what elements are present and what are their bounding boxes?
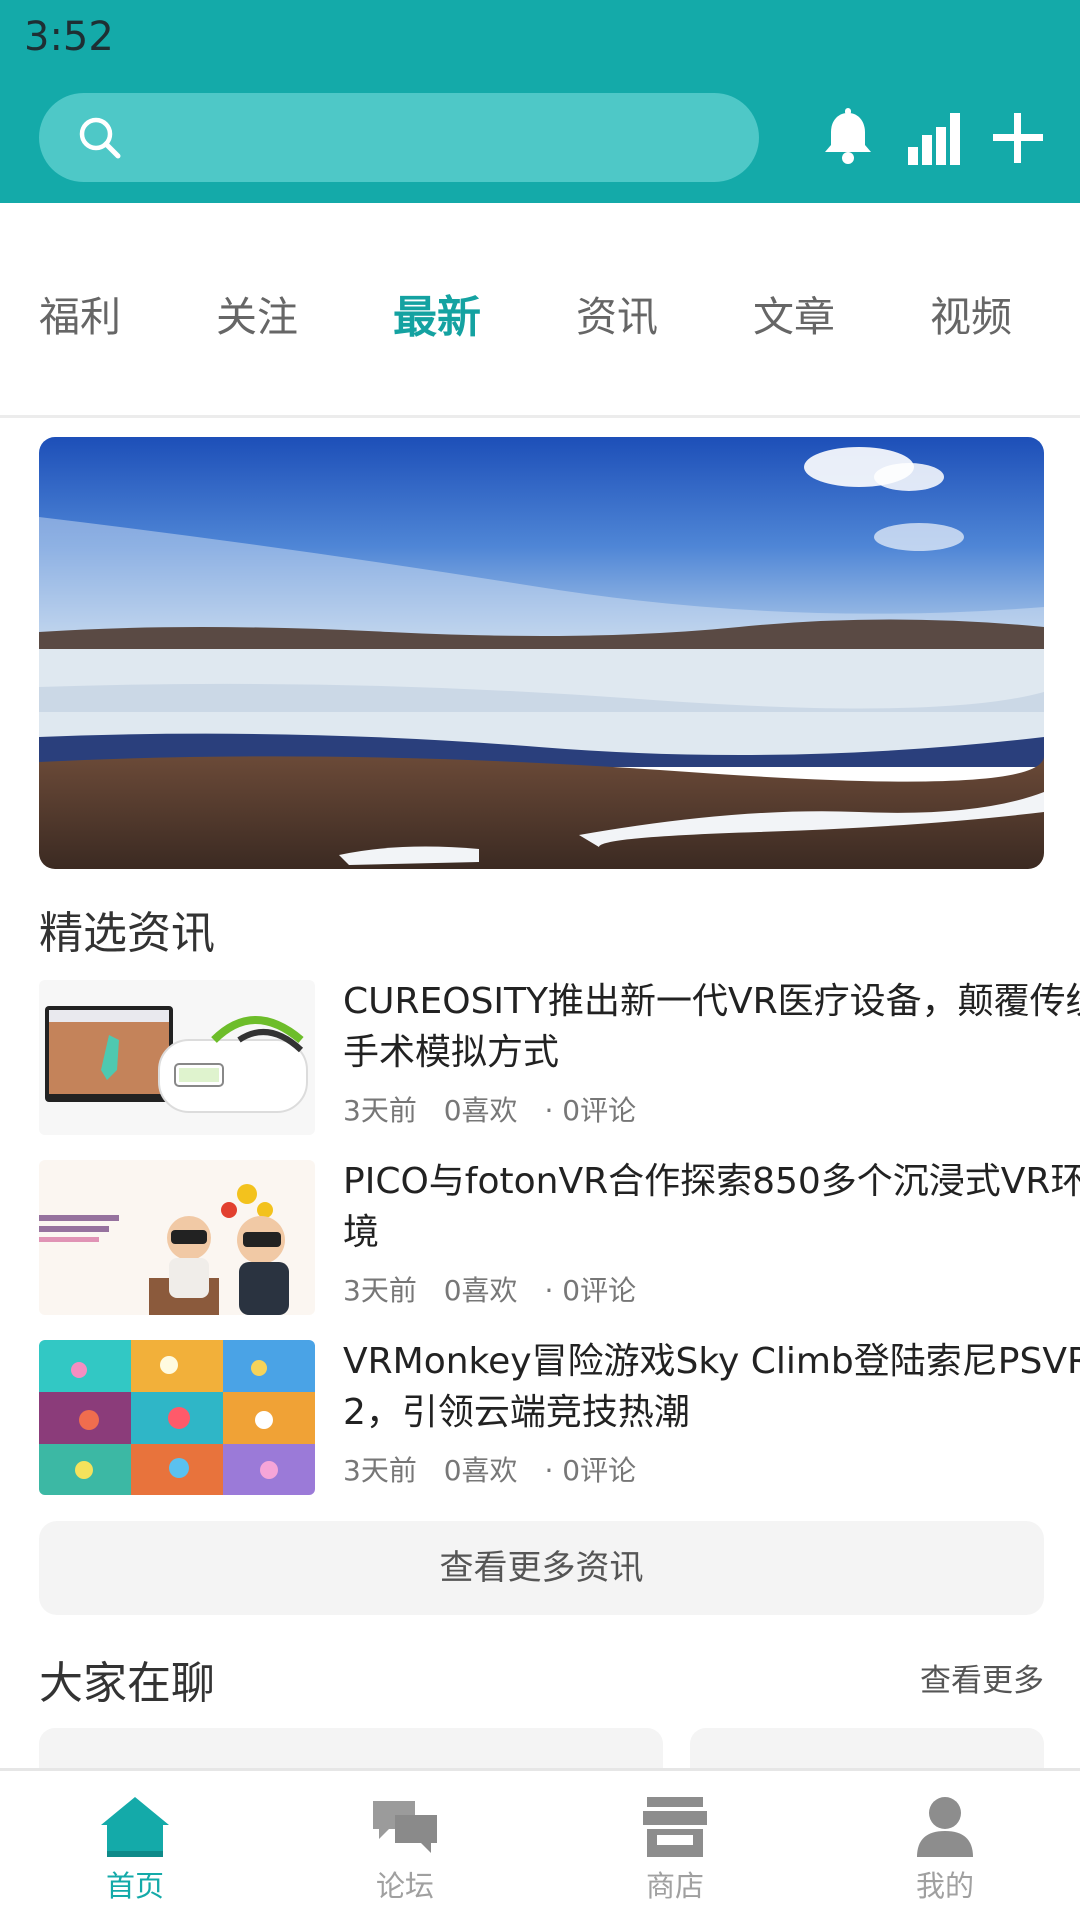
- store-icon: [643, 1797, 707, 1857]
- news-item[interactable]: PICO与fotonVR合作探索850多个沉浸式VR环境 3天前 0喜欢 · 0…: [39, 1160, 1080, 1315]
- discussion-card[interactable]: [690, 1728, 1044, 1768]
- news-comments: · 0评论: [544, 1274, 637, 1307]
- news-likes: 0喜欢: [443, 1094, 518, 1127]
- banner-image[interactable]: [39, 437, 1044, 869]
- search-icon: [79, 117, 121, 159]
- home-icon: [101, 1797, 169, 1857]
- tab-videos[interactable]: 视频: [930, 283, 1012, 343]
- news-thumbnail: [39, 980, 315, 1135]
- view-more-news-button[interactable]: 查看更多资讯: [39, 1521, 1044, 1615]
- see-more-link[interactable]: 查看更多: [920, 1655, 1044, 1700]
- tab-articles[interactable]: 文章: [753, 283, 835, 343]
- news-title: VRMonkey冒险游戏Sky Climb登陆索尼PSVR 2，引领云端竞技热潮: [343, 1341, 1080, 1433]
- news-title: CUREOSITY推出新一代VR医疗设备，颠覆传统手术模拟方式: [343, 981, 1080, 1073]
- news-meta: 3天前 0喜欢 · 0评论: [343, 1269, 654, 1309]
- stats-icon[interactable]: [900, 105, 966, 171]
- news-likes: 0喜欢: [443, 1274, 518, 1307]
- news-time: 3天前: [343, 1274, 417, 1307]
- category-tabs: 福利 关注 最新 资讯 文章 视频: [0, 203, 1080, 418]
- nav-home[interactable]: 首页: [55, 1795, 215, 1905]
- news-meta: 3天前 0喜欢 · 0评论: [343, 1449, 654, 1489]
- news-meta: 3天前 0喜欢 · 0评论: [343, 1089, 654, 1129]
- tab-news[interactable]: 资讯: [576, 283, 658, 343]
- nav-store[interactable]: 商店: [595, 1795, 755, 1905]
- status-time: 3:52: [24, 14, 114, 60]
- news-item[interactable]: CUREOSITY推出新一代VR医疗设备，颠覆传统手术模拟方式 3天前 0喜欢 …: [39, 980, 1080, 1135]
- news-time: 3天前: [343, 1094, 417, 1127]
- news-thumbnail: [39, 1160, 315, 1315]
- section-title-discussions: 大家在聊: [39, 1658, 215, 1709]
- news-comments: · 0评论: [544, 1454, 637, 1487]
- section-title-featured-news: 精选资讯: [39, 908, 215, 959]
- plus-icon[interactable]: [985, 105, 1051, 171]
- profile-icon: [917, 1797, 973, 1857]
- forum-icon: [373, 1801, 437, 1853]
- bottom-nav: 首页 论坛 商店 我的: [0, 1768, 1080, 1920]
- nav-label: 论坛: [375, 1869, 434, 1903]
- nav-profile[interactable]: 我的: [865, 1795, 1025, 1905]
- news-likes: 0喜欢: [443, 1454, 518, 1487]
- tab-latest[interactable]: 最新: [393, 281, 481, 345]
- app-header: 3:52: [0, 0, 1080, 203]
- bell-icon[interactable]: [815, 105, 881, 171]
- news-thumbnail: [39, 1340, 315, 1495]
- news-comments: · 0评论: [544, 1094, 637, 1127]
- discussion-card[interactable]: [39, 1728, 663, 1768]
- news-item[interactable]: VRMonkey冒险游戏Sky Climb登陆索尼PSVR 2，引领云端竞技热潮…: [39, 1340, 1080, 1495]
- search-input[interactable]: [39, 93, 759, 182]
- nav-label: 商店: [645, 1869, 704, 1903]
- tab-welfare[interactable]: 福利: [39, 283, 121, 343]
- nav-label: 我的: [915, 1869, 974, 1903]
- tab-follow[interactable]: 关注: [216, 283, 298, 343]
- nav-forum[interactable]: 论坛: [325, 1795, 485, 1905]
- news-title: PICO与fotonVR合作探索850多个沉浸式VR环境: [343, 1161, 1080, 1253]
- nav-label: 首页: [105, 1869, 164, 1903]
- news-time: 3天前: [343, 1454, 417, 1487]
